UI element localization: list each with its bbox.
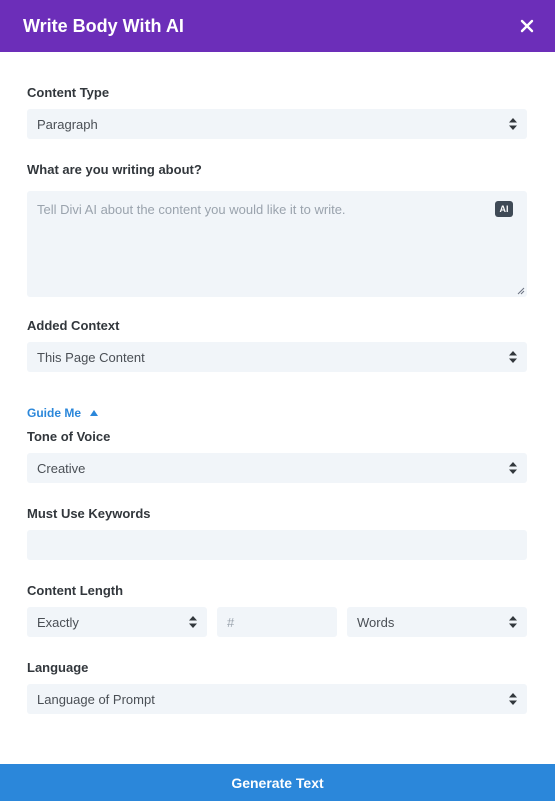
select-arrows-icon — [509, 616, 517, 628]
language-select[interactable]: Language of Prompt — [27, 684, 527, 714]
close-icon — [520, 19, 534, 33]
content-type-value: Paragraph — [37, 116, 98, 132]
caret-up-icon — [90, 410, 99, 416]
select-arrows-icon — [509, 118, 517, 130]
ai-write-modal: Write Body With AI Content Type Paragrap… — [0, 0, 555, 801]
language-value: Language of Prompt — [37, 691, 155, 707]
topic-label: What are you writing about? — [27, 162, 202, 177]
length-mode-select[interactable]: Exactly — [27, 607, 207, 637]
added-context-value: This Page Content — [37, 349, 145, 365]
select-arrows-icon — [509, 351, 517, 363]
keywords-label: Must Use Keywords — [27, 506, 151, 521]
topic-placeholder: Tell Divi AI about the content you would… — [37, 202, 346, 217]
keywords-input[interactable] — [27, 530, 527, 560]
generate-text-button[interactable]: Generate Text — [0, 764, 555, 801]
added-context-label: Added Context — [27, 318, 120, 333]
topic-textarea[interactable]: Tell Divi AI about the content you would… — [27, 191, 527, 297]
content-type-select[interactable]: Paragraph — [27, 109, 527, 139]
select-arrows-icon — [189, 616, 197, 628]
length-unit-value: Words — [357, 614, 395, 630]
length-unit-select[interactable]: Words — [347, 607, 527, 637]
tone-select[interactable]: Creative — [27, 453, 527, 483]
modal-title: Write Body With AI — [23, 15, 184, 36]
guide-me-toggle[interactable]: Guide Me — [27, 406, 99, 420]
guide-me-label: Guide Me — [27, 406, 82, 420]
content-length-label: Content Length — [27, 583, 124, 598]
length-number-placeholder: # — [227, 614, 235, 630]
length-number-input[interactable]: # — [217, 607, 337, 637]
select-arrows-icon — [509, 462, 517, 474]
added-context-select[interactable]: This Page Content — [27, 342, 527, 372]
language-label: Language — [27, 660, 89, 675]
close-button[interactable] — [519, 18, 535, 34]
content-type-label: Content Type — [27, 85, 110, 100]
select-arrows-icon — [509, 693, 517, 705]
length-mode-value: Exactly — [37, 614, 79, 630]
tone-value: Creative — [37, 460, 86, 476]
resize-grip-icon[interactable] — [517, 287, 525, 295]
modal-header: Write Body With AI — [0, 0, 555, 52]
tone-label: Tone of Voice — [27, 429, 111, 444]
ai-badge-icon[interactable]: AI — [495, 201, 513, 217]
